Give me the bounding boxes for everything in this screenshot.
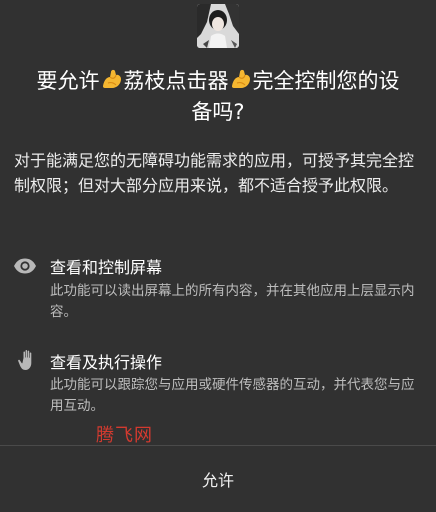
dialog-description: 对于能满足您的无障碍功能需求的应用，可授予其完全控制权限；但对大部分应用来说，都…: [14, 151, 415, 195]
permission-description-view-perform-actions: 此功能可以跟踪您与应用或硬件传感器的互动，并代表您与应用互动。: [50, 377, 415, 414]
app-icon-image: [197, 4, 239, 48]
eye-icon: [14, 258, 36, 274]
flexed-biceps-icon: [231, 69, 250, 88]
permission-description-view-control-screen: 此功能可以读出屏幕上的所有内容，并在其他应用上层显示内容。: [50, 283, 415, 320]
app-name: 荔枝点击器: [123, 69, 229, 93]
dialog-title: 要允许 荔枝点击器 完全控制您的设 备吗?: [10, 66, 426, 128]
accessibility-permission-dialog: 要允许 荔枝点击器 完全控制您的设 备吗? 对于能满足您的无障碍功能需求的应用，可…: [0, 0, 436, 512]
flexed-biceps-icon: [102, 69, 121, 88]
permission-title-view-control-screen: 查看和控制屏幕: [50, 258, 163, 277]
allow-button[interactable]: 允许: [0, 446, 436, 512]
title-prefix: 要允许: [36, 69, 100, 93]
title-suffix-line2: 备吗?: [191, 100, 245, 124]
hand-icon: [18, 349, 32, 370]
watermark-text: 腾飞网: [96, 425, 153, 446]
title-suffix-line1: 完全控制您的设: [252, 69, 400, 93]
permission-title-view-perform-actions: 查看及执行操作: [50, 353, 163, 372]
app-icon: [197, 4, 239, 48]
